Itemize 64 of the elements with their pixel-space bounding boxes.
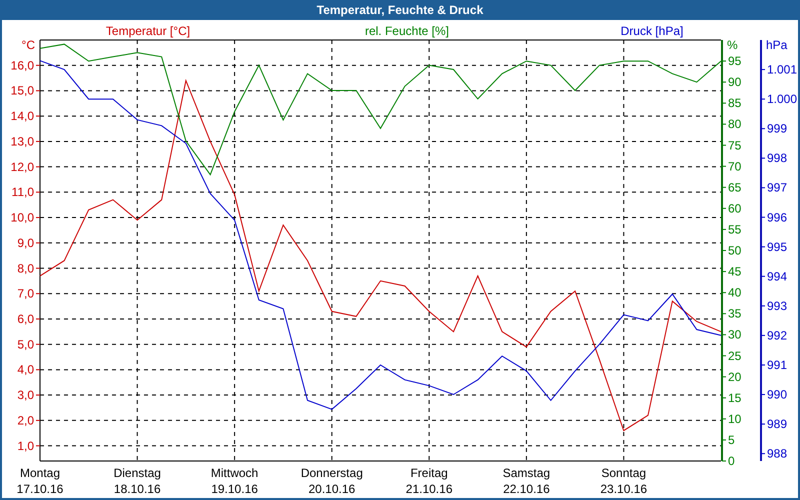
series-legend-label: rel. Feuchte [%] [364, 24, 450, 38]
axis-unit-label: hPa [766, 38, 788, 52]
axis-tick-label: 20 [728, 370, 742, 384]
day-date-label: Sonntag 23.10.16 [600, 466, 648, 496]
axis-tick-label: 997 [767, 180, 788, 195]
axis-tick-label: 995 [767, 240, 788, 254]
series-legend-label: Druck [hPa] [620, 24, 684, 38]
axis-tick-label: 65 [728, 180, 742, 194]
axis-tick-label: 994 [767, 269, 788, 284]
axis-tick-label: 998 [767, 151, 788, 166]
axis-tick-label: 8,0 [17, 261, 34, 276]
axis-tick-label: 990 [767, 388, 788, 402]
axis-tick-label: 1,0 [17, 438, 34, 453]
day-date-label: Mittwoch 19.10.16 [210, 466, 258, 496]
axis-tick-label: 0 [728, 454, 735, 468]
axis-tick-label: 55 [728, 222, 742, 236]
axis-tick-label: 993 [767, 298, 788, 313]
axis-tick-label: 11,0 [12, 185, 34, 200]
axis-tick-label: 80 [728, 117, 742, 132]
window-title: Temperatur, Feuchte & Druck [316, 3, 484, 17]
axis-tick-label: 85 [728, 96, 742, 110]
axis-tick-label: 992 [767, 328, 788, 342]
axis-tick-label: 14,0 [10, 109, 34, 124]
axis-tick-label: 15 [728, 390, 742, 405]
axis-tick-label: 60 [728, 201, 742, 216]
axis-tick-label: 70 [728, 159, 742, 174]
axis-tick-label: 30 [728, 328, 742, 342]
axis-tick-label: 95 [728, 54, 742, 68]
day-date-label: Freitag 21.10.16 [406, 466, 452, 496]
axis-tick-label: 12,0 [10, 160, 34, 174]
axis-tick-label: 25 [728, 348, 742, 363]
axis-tick-label: 10,0 [10, 210, 34, 225]
axis-tick-label: 6,0 [17, 312, 34, 326]
axis-tick-label: 1.001 [767, 62, 798, 77]
axis-unit-label: % [727, 38, 738, 52]
axis-tick-label: 50 [728, 244, 742, 258]
axis-tick-label: 4,0 [17, 362, 34, 377]
day-date-label: Montag 17.10.16 [16, 466, 64, 496]
axis-tick-label: 7,0 [17, 286, 34, 301]
axis-tick-label: 2,0 [17, 413, 34, 428]
axis-tick-label: 45 [728, 264, 742, 279]
axis-tick-label: 35 [728, 306, 742, 321]
axis-tick-label: 5 [728, 432, 735, 447]
axis-tick-label: 988 [767, 446, 788, 461]
axis-tick-label: 3,0 [17, 388, 34, 402]
day-date-label: Dienstag 18.10.16 [114, 466, 161, 496]
axis-tick-label: 75 [728, 138, 742, 152]
axis-tick-label: 1.000 [767, 92, 798, 106]
axis-tick-label: 989 [767, 417, 788, 432]
axis-tick-label: 16,0 [10, 58, 34, 72]
axis-tick-label: 40 [728, 286, 742, 300]
day-date-label: Donnerstag 20.10.16 [300, 466, 363, 496]
axis-tick-label: 15,0 [10, 84, 34, 98]
axis-tick-label: 996 [767, 210, 788, 224]
axis-tick-label: 9,0 [17, 236, 34, 250]
axis-tick-label: 90 [728, 75, 742, 90]
axis-unit-label: °C [22, 38, 35, 52]
series-legend-label: Temperatur [°C] [106, 24, 190, 38]
axis-tick-label: 13,0 [10, 134, 34, 148]
axis-tick-label: 10 [728, 412, 742, 426]
axis-tick-label: 991 [767, 358, 788, 372]
axis-tick-label: 999 [767, 122, 788, 136]
day-date-label: Samstag 22.10.16 [502, 466, 550, 496]
axis-tick-label: 5,0 [17, 337, 34, 352]
